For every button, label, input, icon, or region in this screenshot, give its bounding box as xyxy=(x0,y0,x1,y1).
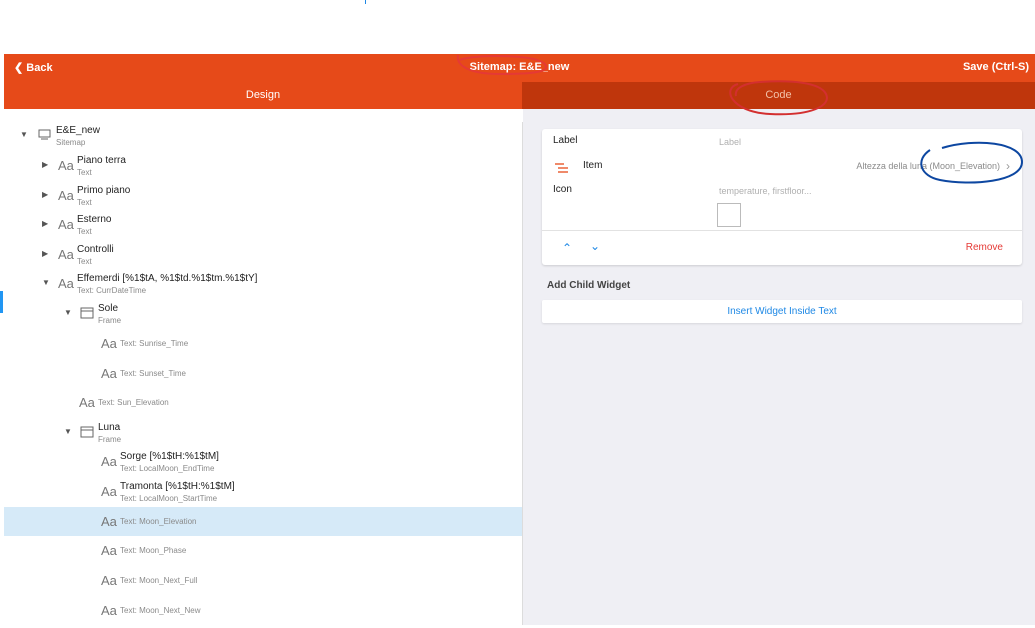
label-input[interactable]: Label xyxy=(719,137,741,147)
tree-node-label: E&E_new xyxy=(56,125,100,136)
text-widget-icon: Aa xyxy=(101,336,117,351)
tree-node-sole[interactable]: ▼ Sole Frame xyxy=(64,303,364,331)
tree-node-type: Text: LocalMoon_StartTime xyxy=(120,494,218,503)
app-header: ❮ Back Sitemap: E&E_new Save (Ctrl-S) xyxy=(4,54,1035,82)
tree-node-label: Text: Moon_Next_Full xyxy=(120,576,198,585)
text-widget-icon: Aa xyxy=(101,514,117,529)
caret-down-icon[interactable]: ▼ xyxy=(42,278,50,287)
caret-right-icon[interactable]: ▶ xyxy=(42,190,48,199)
tab-bar: Design Code xyxy=(4,82,1035,109)
tree-node-type: Text xyxy=(77,198,92,207)
widget-properties-card: Label Label Item Altezza della luna (Moo… xyxy=(542,129,1022,265)
text-widget-icon: Aa xyxy=(58,217,74,232)
monitor-icon xyxy=(38,129,51,140)
item-value[interactable]: Altezza della luna (Moon_Elevation) xyxy=(856,161,1000,171)
tree-node-type: Text xyxy=(77,168,92,177)
text-widget-icon: Aa xyxy=(101,543,117,558)
icon-caption: Icon xyxy=(553,184,572,195)
insert-widget-button[interactable]: Insert Widget Inside Text xyxy=(542,300,1022,323)
add-child-widget-title: Add Child Widget xyxy=(547,280,631,291)
tree-node-controlli[interactable]: ▶ Aa Controlli Text xyxy=(42,244,342,272)
tree-node-luna[interactable]: ▼ Luna Frame xyxy=(64,422,364,450)
tree-node-label: Text: Moon_Next_New xyxy=(120,606,201,615)
tree-node-type: Text: LocalMoon_EndTime xyxy=(120,464,215,473)
tree-node-label: Luna xyxy=(98,422,121,433)
tree-node-sorge[interactable]: Aa Sorge [%1$tH:%1$tM] Text: LocalMoon_E… xyxy=(101,451,401,479)
tree-top-padding xyxy=(4,109,522,122)
tree-node-sun-elevation[interactable]: Aa Text: Sun_Elevation xyxy=(79,392,379,420)
tree-node-moon-next-new[interactable]: Aa Text: Moon_Next_New xyxy=(101,600,401,628)
caret-down-icon[interactable]: ▼ xyxy=(64,308,72,317)
text-widget-icon: Aa xyxy=(58,188,74,203)
text-widget-icon: Aa xyxy=(101,484,117,499)
caret-right-icon[interactable]: ▶ xyxy=(42,249,48,258)
item-caption: Item xyxy=(583,160,603,171)
text-widget-icon: Aa xyxy=(101,454,117,469)
text-widget-icon: Aa xyxy=(101,366,117,381)
tree-node-label: Effemerdi [%1$tA, %1$td.%1$tm.%1$tY] xyxy=(77,273,258,284)
tree-node-primo-piano[interactable]: ▶ Aa Primo piano Text xyxy=(42,185,342,213)
tree-node-effemerdi[interactable]: ▼ Aa Effemerdi [%1$tA, %1$td.%1$tm.%1$tY… xyxy=(42,273,442,301)
list-icon xyxy=(555,163,568,173)
move-down-icon[interactable]: ⌄ xyxy=(590,239,600,253)
label-caption: Label xyxy=(553,135,578,146)
caret-down-icon[interactable]: ▼ xyxy=(64,427,72,436)
tree-node-type: Frame xyxy=(98,316,122,325)
icon-preview xyxy=(717,203,741,227)
remove-button[interactable]: Remove xyxy=(966,242,1003,253)
tab-code[interactable]: Code xyxy=(522,82,1035,109)
page-title: Sitemap: E&E_new xyxy=(469,61,570,73)
divider xyxy=(542,230,1022,231)
text-widget-icon: Aa xyxy=(58,247,74,262)
chevron-right-icon[interactable]: › xyxy=(1006,159,1010,173)
frame-icon xyxy=(80,426,94,438)
tree-node-sunset[interactable]: Aa Text: Sunset_Time xyxy=(101,363,401,391)
save-button[interactable]: Save (Ctrl-S) xyxy=(963,61,1029,73)
tab-design[interactable]: Design xyxy=(4,82,522,109)
text-widget-icon: Aa xyxy=(101,603,117,618)
tree-node-type: Text xyxy=(77,257,92,266)
tree-node-type: Sitemap xyxy=(56,138,86,147)
tree-node-root[interactable]: ▼ E&E_new Sitemap xyxy=(20,125,320,153)
tree-node-sunrise[interactable]: Aa Text: Sunrise_Time xyxy=(101,333,401,361)
tree-node-label: Text: Sunrise_Time xyxy=(120,339,189,348)
tree-node-type: Text xyxy=(77,227,92,236)
tree-node-esterno[interactable]: ▶ Aa Esterno Text xyxy=(42,214,342,242)
tree-node-label: Sole xyxy=(98,303,119,314)
tree-node-tramonta[interactable]: Aa Tramonta [%1$tH:%1$tM] Text: LocalMoo… xyxy=(101,481,401,509)
tree-node-moon-next-full[interactable]: Aa Text: Moon_Next_Full xyxy=(101,570,401,598)
tree-node-moon-phase[interactable]: Aa Text: Moon_Phase xyxy=(101,540,401,568)
tree-node-piano-terra[interactable]: ▶ Aa Piano terra Text xyxy=(42,155,342,183)
frame-icon xyxy=(80,307,94,319)
text-widget-icon: Aa xyxy=(79,395,95,410)
caret-right-icon[interactable]: ▶ xyxy=(42,160,48,169)
move-up-icon[interactable]: ⌃ xyxy=(562,241,572,255)
side-indicator xyxy=(0,291,3,313)
top-edge-mark xyxy=(365,0,366,4)
tree-node-label: Esterno xyxy=(77,214,112,225)
caret-down-icon[interactable]: ▼ xyxy=(20,130,28,139)
tree-node-moon-elevation[interactable]: Aa Text: Moon_Elevation xyxy=(101,511,401,539)
text-widget-icon: Aa xyxy=(101,573,117,588)
text-widget-icon: Aa xyxy=(58,158,74,173)
tree-node-type: Text: CurrDateTime xyxy=(77,286,147,295)
tree-node-label: Text: Moon_Phase xyxy=(120,546,187,555)
tree-node-label: Text: Sunset_Time xyxy=(120,369,186,378)
tree-node-label: Text: Moon_Elevation xyxy=(120,517,197,526)
tree-node-label: Controlli xyxy=(77,244,114,255)
caret-right-icon[interactable]: ▶ xyxy=(42,219,48,228)
tree-node-label: Sorge [%1$tH:%1$tM] xyxy=(120,451,219,462)
text-widget-icon: Aa xyxy=(58,276,74,291)
icon-input[interactable]: temperature, firstfloor... xyxy=(719,186,812,196)
tree-node-label: Primo piano xyxy=(77,185,131,196)
tree-node-type: Frame xyxy=(98,435,122,444)
tree-node-label: Text: Sun_Elevation xyxy=(98,398,169,407)
tree-node-label: Tramonta [%1$tH:%1$tM] xyxy=(120,481,235,492)
tree-node-label: Piano terra xyxy=(77,155,126,166)
